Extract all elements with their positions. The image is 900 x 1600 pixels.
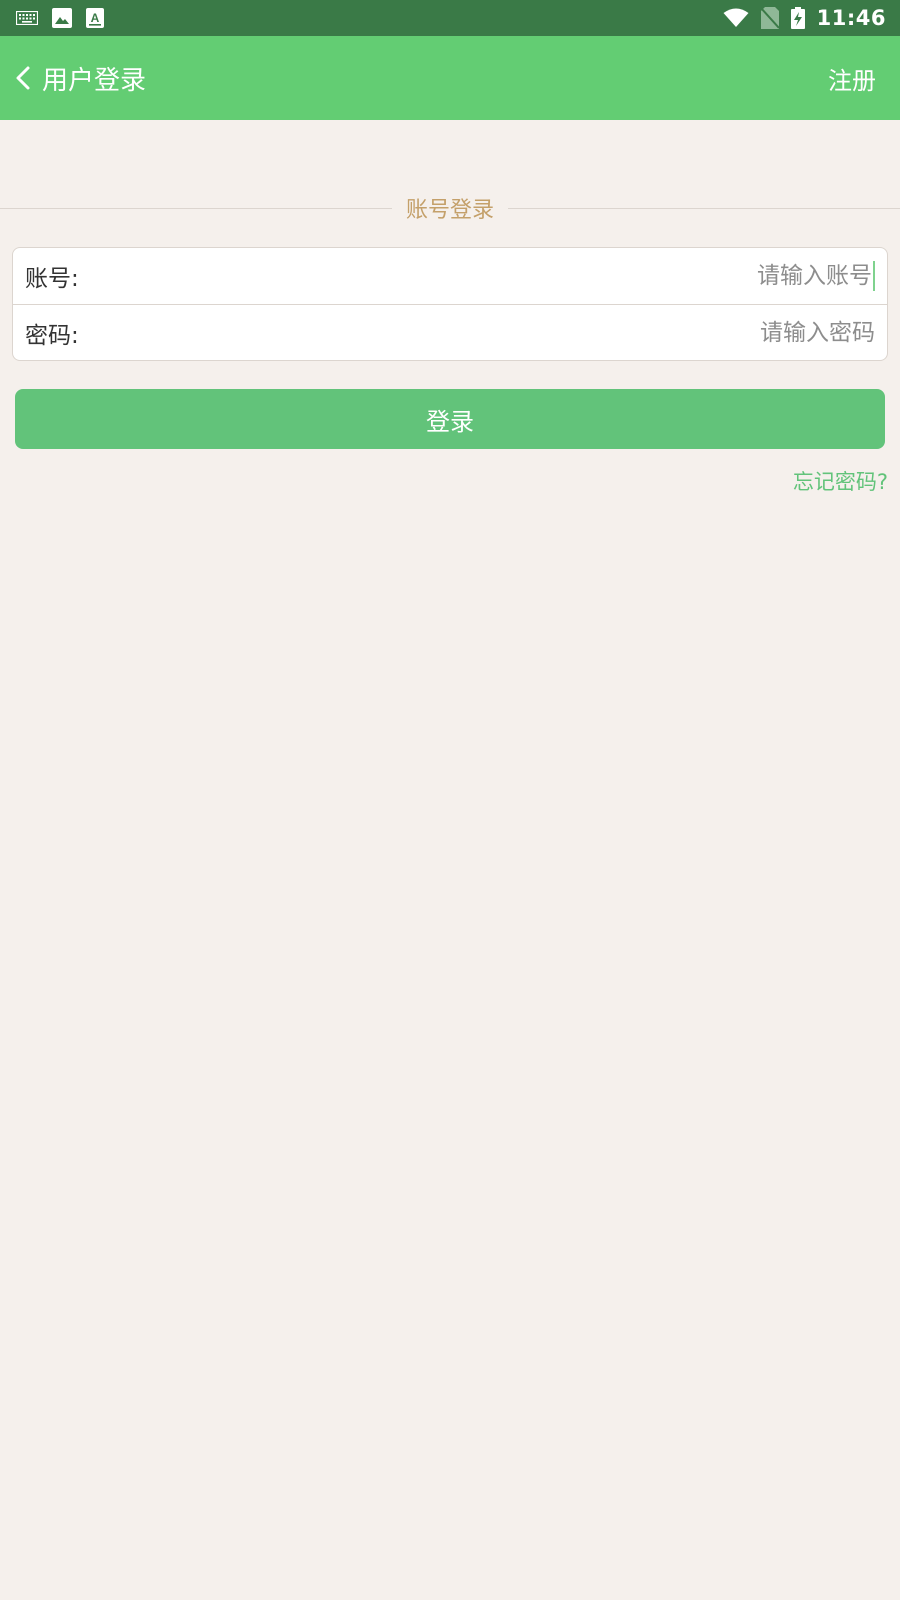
status-left-icons: A — [16, 8, 104, 28]
login-button[interactable]: 登录 — [15, 389, 885, 449]
register-button[interactable]: 注册 — [828, 61, 876, 96]
section-title: 账号登录 — [406, 198, 495, 223]
svg-text:A: A — [91, 11, 100, 25]
password-row: 密码: — [13, 304, 887, 360]
account-input[interactable] — [105, 248, 872, 304]
image-icon — [52, 8, 72, 28]
status-time: 11:46 — [816, 6, 886, 30]
text-caret — [873, 261, 875, 291]
keyboard-icon — [16, 11, 38, 25]
chevron-left-icon[interactable] — [10, 63, 36, 93]
forgot-password-link[interactable]: 忘记密码? — [793, 466, 888, 496]
divider-line-right — [508, 207, 900, 209]
battery-charging-icon — [790, 7, 805, 29]
password-label: 密码: — [25, 322, 79, 349]
a-notification-icon: A — [86, 8, 104, 28]
status-bar: A 11:46 — [0, 0, 900, 36]
back-button[interactable]: 用户登录 — [10, 60, 146, 97]
no-sim-icon — [760, 7, 779, 29]
status-right-icons: 11:46 — [723, 6, 886, 30]
wifi-icon — [723, 8, 749, 28]
account-label: 账号: — [25, 266, 79, 292]
page-title: 用户登录 — [42, 65, 147, 96]
password-input[interactable] — [105, 305, 875, 360]
section-divider: 账号登录 — [0, 188, 900, 228]
app-header: 用户登录 注册 — [0, 36, 900, 120]
login-form: 账号: 密码: — [12, 247, 888, 361]
divider-line-left — [0, 207, 392, 209]
account-row: 账号: — [13, 248, 887, 304]
